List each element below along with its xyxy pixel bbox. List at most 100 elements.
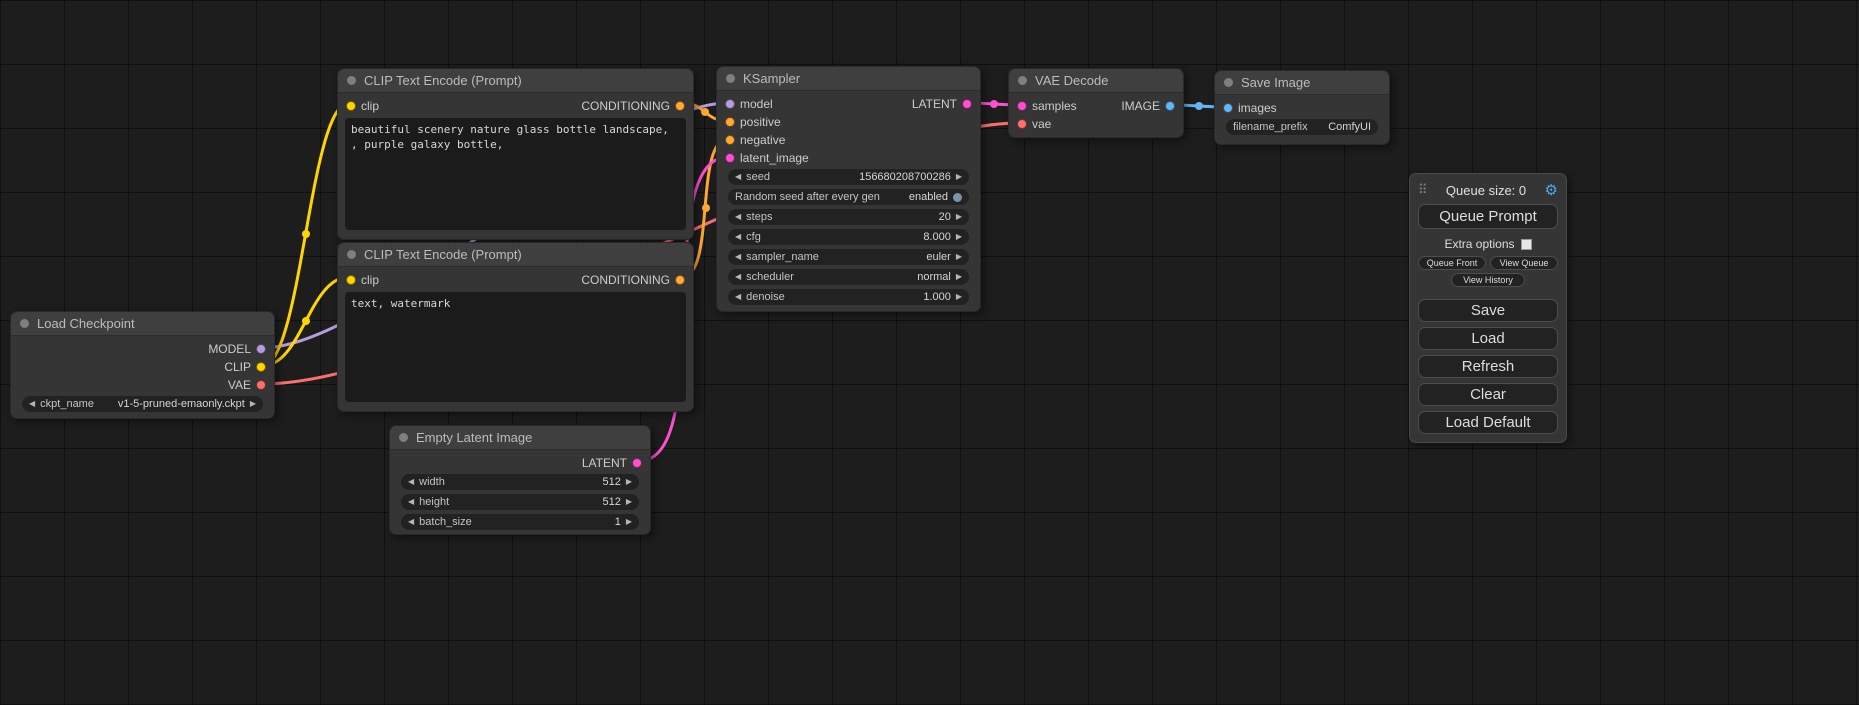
slot-dot-conditioning-icon[interactable] xyxy=(675,275,685,285)
node-empty-latent-image[interactable]: Empty Latent Image LATENT ◀ width 512 ▶ … xyxy=(389,425,651,535)
increment-arrow-icon[interactable]: ▶ xyxy=(956,253,962,261)
node-titlebar[interactable]: Empty Latent Image xyxy=(390,426,650,450)
node-titlebar[interactable]: CLIP Text Encode (Prompt) xyxy=(338,243,693,267)
node-titlebar[interactable]: Save Image xyxy=(1215,71,1389,95)
widget-ckpt-name[interactable]: ◀ ckpt_name v1-5-pruned-emaonly.ckpt ▶ xyxy=(22,396,263,412)
slot-dot-conditioning-icon[interactable] xyxy=(725,117,735,127)
node-titlebar[interactable]: CLIP Text Encode (Prompt) xyxy=(338,69,693,93)
input-slot-negative[interactable]: negative xyxy=(717,133,785,147)
slot-dot-clip-icon[interactable] xyxy=(346,275,356,285)
widget-value[interactable]: 1.000 xyxy=(923,291,951,303)
widget-value[interactable]: enabled xyxy=(909,191,948,203)
node-titlebar[interactable]: KSampler xyxy=(717,67,980,91)
widget-value[interactable]: 512 xyxy=(602,476,620,488)
widget-value[interactable]: 8.000 xyxy=(923,231,951,243)
widget-steps[interactable]: ◀ steps 20 ▶ xyxy=(728,209,969,225)
decrement-arrow-icon[interactable]: ◀ xyxy=(29,400,35,408)
widget-sampler-name[interactable]: ◀ sampler_name euler ▶ xyxy=(728,249,969,265)
load-default-button[interactable]: Load Default xyxy=(1418,411,1558,434)
widget-value[interactable]: v1-5-pruned-emaonly.ckpt xyxy=(118,398,245,410)
widget-value[interactable]: normal xyxy=(917,271,951,283)
node-titlebar[interactable]: Load Checkpoint xyxy=(11,312,274,336)
node-titlebar[interactable]: VAE Decode xyxy=(1009,69,1183,93)
output-slot-vae[interactable]: VAE xyxy=(228,378,274,392)
view-history-button[interactable]: View History xyxy=(1451,273,1525,287)
decrement-arrow-icon[interactable]: ◀ xyxy=(735,293,741,301)
collapse-toggle-icon[interactable] xyxy=(726,74,735,83)
increment-arrow-icon[interactable]: ▶ xyxy=(956,213,962,221)
slot-dot-model-icon[interactable] xyxy=(256,344,266,354)
widget-seed[interactable]: ◀ seed 156680208700286 ▶ xyxy=(728,169,969,185)
save-button[interactable]: Save xyxy=(1418,299,1558,322)
view-queue-button[interactable]: View Queue xyxy=(1490,256,1558,270)
decrement-arrow-icon[interactable]: ◀ xyxy=(735,173,741,181)
increment-arrow-icon[interactable]: ▶ xyxy=(956,293,962,301)
positive-prompt-textarea[interactable]: beautiful scenery nature glass bottle la… xyxy=(345,118,686,230)
slot-dot-latent-icon[interactable] xyxy=(1017,101,1027,111)
slot-dot-conditioning-icon[interactable] xyxy=(675,101,685,111)
slot-dot-vae-icon[interactable] xyxy=(256,380,266,390)
load-button[interactable]: Load xyxy=(1418,327,1558,350)
slot-dot-conditioning-icon[interactable] xyxy=(725,135,735,145)
widget-value[interactable]: 20 xyxy=(939,211,951,223)
node-clip-text-encode-positive[interactable]: CLIP Text Encode (Prompt) clip CONDITION… xyxy=(337,68,694,240)
input-slot-model[interactable]: model xyxy=(717,97,773,111)
node-clip-text-encode-negative[interactable]: CLIP Text Encode (Prompt) clip CONDITION… xyxy=(337,242,694,412)
widget-height[interactable]: ◀ height 512 ▶ xyxy=(401,494,639,510)
input-slot-positive[interactable]: positive xyxy=(717,115,781,129)
drag-handle-icon[interactable]: ⠿ xyxy=(1418,182,1428,198)
increment-arrow-icon[interactable]: ▶ xyxy=(956,273,962,281)
increment-arrow-icon[interactable]: ▶ xyxy=(626,518,632,526)
slot-dot-clip-icon[interactable] xyxy=(256,362,266,372)
slot-dot-clip-icon[interactable] xyxy=(346,101,356,111)
widget-width[interactable]: ◀ width 512 ▶ xyxy=(401,474,639,490)
node-vae-decode[interactable]: VAE Decode samples IMAGE vae xyxy=(1008,68,1184,138)
slot-dot-image-icon[interactable] xyxy=(1165,101,1175,111)
decrement-arrow-icon[interactable]: ◀ xyxy=(735,273,741,281)
settings-gear-icon[interactable]: ⚙ xyxy=(1545,183,1558,198)
node-save-image[interactable]: Save Image images filename_prefix ComfyU… xyxy=(1214,70,1390,145)
output-slot-latent[interactable]: LATENT xyxy=(582,456,650,470)
decrement-arrow-icon[interactable]: ◀ xyxy=(735,233,741,241)
queue-front-button[interactable]: Queue Front xyxy=(1418,256,1486,270)
input-slot-clip[interactable]: clip xyxy=(338,99,379,113)
slot-dot-latent-icon[interactable] xyxy=(632,458,642,468)
collapse-toggle-icon[interactable] xyxy=(1018,76,1027,85)
collapse-toggle-icon[interactable] xyxy=(399,433,408,442)
increment-arrow-icon[interactable]: ▶ xyxy=(250,400,256,408)
decrement-arrow-icon[interactable]: ◀ xyxy=(408,498,414,506)
decrement-arrow-icon[interactable]: ◀ xyxy=(408,478,414,486)
widget-cfg[interactable]: ◀ cfg 8.000 ▶ xyxy=(728,229,969,245)
widget-value[interactable]: 156680208700286 xyxy=(859,171,951,183)
widget-value[interactable]: euler xyxy=(926,251,950,263)
decrement-arrow-icon[interactable]: ◀ xyxy=(735,253,741,261)
refresh-button[interactable]: Refresh xyxy=(1418,355,1558,378)
collapse-toggle-icon[interactable] xyxy=(20,319,29,328)
slot-dot-latent-icon[interactable] xyxy=(962,99,972,109)
input-slot-samples[interactable]: samples xyxy=(1009,99,1077,113)
toggle-knob-icon[interactable] xyxy=(953,193,962,202)
node-load-checkpoint[interactable]: Load Checkpoint MODEL CLIP VAE xyxy=(10,311,275,419)
collapse-toggle-icon[interactable] xyxy=(347,76,356,85)
widget-value[interactable]: ComfyUI xyxy=(1328,121,1371,133)
widget-denoise[interactable]: ◀ denoise 1.000 ▶ xyxy=(728,289,969,305)
decrement-arrow-icon[interactable]: ◀ xyxy=(408,518,414,526)
increment-arrow-icon[interactable]: ▶ xyxy=(626,478,632,486)
collapse-toggle-icon[interactable] xyxy=(1224,78,1233,87)
widget-value[interactable]: 512 xyxy=(602,496,620,508)
increment-arrow-icon[interactable]: ▶ xyxy=(956,233,962,241)
queue-prompt-button[interactable]: Queue Prompt xyxy=(1418,204,1558,229)
output-slot-latent[interactable]: LATENT xyxy=(912,97,980,111)
output-slot-conditioning[interactable]: CONDITIONING xyxy=(581,99,693,113)
output-slot-model[interactable]: MODEL xyxy=(208,342,274,356)
input-slot-vae[interactable]: vae xyxy=(1009,117,1051,131)
clear-button[interactable]: Clear xyxy=(1418,383,1558,406)
output-slot-image[interactable]: IMAGE xyxy=(1121,99,1183,113)
slot-dot-image-icon[interactable] xyxy=(1223,103,1233,113)
input-slot-clip[interactable]: clip xyxy=(338,273,379,287)
increment-arrow-icon[interactable]: ▶ xyxy=(626,498,632,506)
extra-options-checkbox[interactable] xyxy=(1521,239,1532,250)
slot-dot-latent-icon[interactable] xyxy=(725,153,735,163)
widget-random-seed-toggle[interactable]: Random seed after every gen enabled xyxy=(728,189,969,205)
collapse-toggle-icon[interactable] xyxy=(347,250,356,259)
